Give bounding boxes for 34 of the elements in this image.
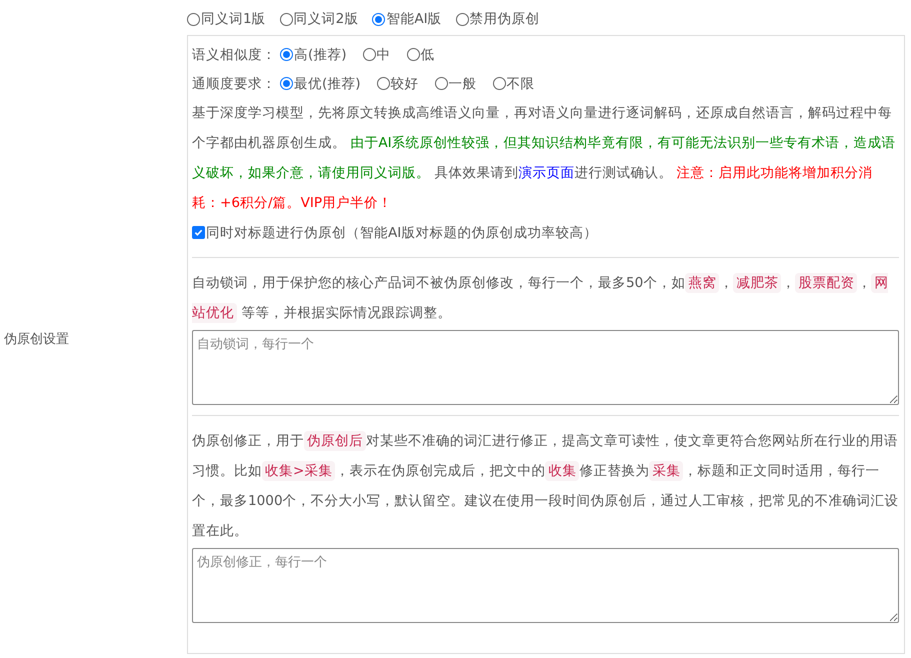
- description-text: 基于深度学习模型，先将原文转换成高维语义向量，再对语义向量进行逐词解码，还原成自然语言，解码过程中每个字都由机器原创生成。 由于AI系统原创性较强，但其知识结构毕竟有限，有可能无法识别一些专有术语，造成语义破坏，如果介意，请使用同义词版。 具体效果请到演示页面进行测试确认。 注意：启用此功能将增加积分消耗：+6积分/篇。VIP用户半价！: [192, 104, 897, 213]
- lock-words-field[interactable]: 自动锁词，每行一个: [192, 330, 899, 405]
- description-text: 伪原创修正，用于 伪原创后 对某些不准确的词汇进行修正，提高文章可读性，使文章更符合您网站所在行业的用语习惯。比如 收集>采集 ，表示在伪原创完成后，把文中的 收集 修正替换为 采集 ，标题和正文同时适用，每行一个，最多1000个，不分大小写，默认留空。建议在使用一段时间伪原创后，通过人工审核，把常见的不准确词汇设置在此。: [192, 430, 899, 541]
- checkmark-icon: [194, 228, 203, 237]
- radio-button[interactable]: [376, 77, 390, 90]
- field-label: 语义相似度：: [192, 46, 276, 64]
- radio-button[interactable]: [456, 12, 469, 26]
- radio-button[interactable]: [406, 48, 420, 61]
- radio-button[interactable]: [362, 48, 376, 61]
- radio-button[interactable]: [187, 12, 200, 26]
- option-label[interactable]: 一般: [448, 74, 477, 92]
- option-label[interactable]: 同义词1版: [201, 10, 266, 28]
- field-label: 通顺度要求：: [192, 74, 276, 92]
- option-label[interactable]: 低: [420, 46, 435, 64]
- option-label[interactable]: 不限: [506, 74, 535, 92]
- option-label[interactable]: 中: [376, 46, 391, 64]
- correction-field[interactable]: 伪原创修正，每行一个: [192, 548, 899, 623]
- option-label[interactable]: 禁用伪原创: [470, 10, 540, 28]
- option-label[interactable]: 最优(推荐): [294, 74, 361, 92]
- radio-button[interactable]: [280, 77, 293, 90]
- radio-button[interactable]: [434, 77, 448, 90]
- checkbox[interactable]: [192, 226, 205, 239]
- option-label[interactable]: 同时对标题进行伪原创（智能AI版对标题的伪原创成功率较高）: [206, 224, 598, 242]
- radio-button[interactable]: [280, 48, 293, 61]
- description-text: 自动锁词，用于保护您的核心产品词不被伪原创修改，每行一个，最多50个，如 燕窝 ， 减肥茶 ， 股票配资 ， 网站优化 等等，并根据实际情况跟踪调整。: [192, 272, 890, 325]
- radio-button[interactable]: [280, 12, 293, 26]
- option-label[interactable]: 同义词2版: [294, 10, 358, 28]
- option-label[interactable]: 高(推荐): [294, 46, 347, 64]
- option-label[interactable]: 较好: [390, 74, 419, 92]
- section-label: 伪原创设置: [3, 331, 69, 348]
- radio-button[interactable]: [492, 77, 506, 90]
- radio-button[interactable]: [372, 12, 386, 26]
- demo-page-link[interactable]: 演示页面: [518, 165, 574, 181]
- option-label[interactable]: 智能AI版: [386, 10, 442, 28]
